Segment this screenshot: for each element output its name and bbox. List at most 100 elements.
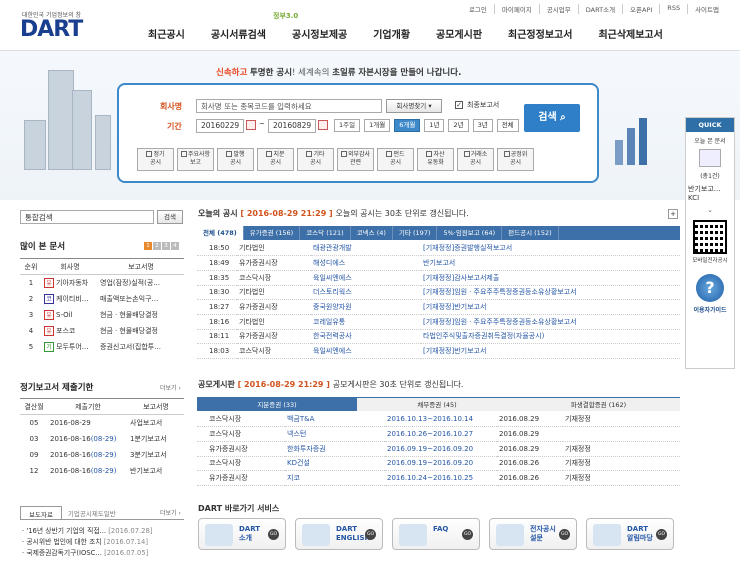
today-tab-0[interactable]: 전체 (478) [197,226,244,240]
news-more-link[interactable]: 더보기 › [160,508,181,517]
category-4[interactable]: 기타 공시 [297,148,334,171]
period-6months[interactable]: 6개월 [394,119,421,132]
nav-recent-amendments[interactable]: 최근정정보고서 [508,26,572,41]
category-7[interactable]: 자산 유동화 [417,148,454,171]
category-9[interactable]: 공정위 공시 [497,148,534,171]
table-row[interactable]: 4 유 포스코 현금ㆍ현물배당결정 [20,323,184,339]
search-button[interactable]: 검색 ⌕ [524,104,580,132]
table-row[interactable]: 3 유 S-Oil 현금ㆍ현물배당결정 [20,307,184,323]
category-3[interactable]: 지분 공시 [257,148,294,171]
news-item[interactable]: · 국제증권감독기구(IOSC... [2016.07.05] [22,547,186,558]
calendar-icon[interactable] [318,120,328,130]
help-icon[interactable]: ? [696,274,724,302]
report-name[interactable]: 3분기보고서 [128,447,184,463]
table-row[interactable]: 1 유 기아자동차 영업(잠정)실적(공... [20,275,184,291]
company-find-button[interactable]: 회사명찾기 ▾ [386,99,442,113]
report[interactable]: [기재정정]반기보고서 [421,300,680,315]
company-cell[interactable]: 유 포스코 [42,323,98,339]
today-tab-4[interactable]: 기타 (197) [393,226,438,240]
company[interactable]: 더스토리웍스 [311,285,421,300]
table-row[interactable]: 2 코 케이티비... 매출액또는손익구... [20,291,184,307]
table-row[interactable]: 18:50 기타법인 태광관광개발 [기재정정]증권발행실적보고서 [197,241,680,256]
total-search-button[interactable]: 검색 [157,210,183,224]
tab-equity[interactable]: 지분증권 (33) [197,398,357,411]
tab-derivative[interactable]: 파생결합증권 (162) [517,398,680,411]
table-row[interactable]: 18:35 코스닥시장 육일씨엔에스 [기재정정]감사보고서제출 [197,270,680,286]
company[interactable]: 육일씨엔에스 [311,344,421,359]
category-1[interactable]: 주요사항 보고 [177,148,214,171]
util-disclosure-work[interactable]: 공시업무 [538,4,578,14]
periodic-more-link[interactable]: 더보기 › [160,383,181,392]
table-row[interactable]: 18:30 기타법인 더스토리웍스 [기재정정]임원ㆍ주요주주특정증권등소유상황보고서 [197,285,680,300]
shortcut-4[interactable]: DART 알림마당 GO [586,518,674,550]
category-6[interactable]: 펀드 공시 [377,148,414,171]
util-rss[interactable]: RSS [659,4,687,14]
user-guide-label[interactable]: 이용자가이드 [686,305,734,314]
category-8[interactable]: 거래소 공시 [457,148,494,171]
shortcut-2[interactable]: FAQ GO [392,518,480,550]
tab-disclosure-system[interactable]: 기업공시제도일반 [62,506,122,519]
nav-recent-disclosures[interactable]: 최근공시 [148,26,185,41]
table-row[interactable]: 코스닥시장 백금T&A 2016.10.13~2016.10.14 2016.08.2… [197,412,680,427]
report-name[interactable]: 매출액또는손익구... [98,291,184,307]
report[interactable]: [기재정정]감사보고서제출 [421,270,680,285]
dart-logo[interactable]: DART [20,17,83,42]
category-5[interactable]: 외부감사 관련 [337,148,374,171]
report[interactable]: [기재정정]반기보고서 [421,344,680,359]
company-cell[interactable]: 코 케이티비... [42,291,98,307]
today-tab-6[interactable]: 펀드공시 (152) [502,226,559,240]
util-dart-intro[interactable]: DART소개 [577,4,622,14]
period-3years[interactable]: 3년 [472,119,493,132]
table-row[interactable]: 5 기 모두투어... 증권신고서(집합투... [20,339,184,355]
report[interactable]: [기재정정]임원ㆍ주요주주특정증권등소유상황보고서 [421,285,680,300]
company[interactable]: KD건설 [285,456,385,471]
table-row[interactable]: 18:16 기타법인 코레일유통 [기재정정]임원ㆍ주요주주특정증권등소유상황보고서 [197,314,680,330]
report-name[interactable]: 영업(잠정)실적(공... [98,275,184,291]
final-report-checkbox[interactable]: ✓ [455,101,463,109]
table-row[interactable]: 18:03 코스닥시장 육일씨엔에스 [기재정정]반기보고서 [197,344,680,359]
nav-document-search[interactable]: 공시서류검색 [211,26,266,41]
table-row[interactable]: 18:49 유가증권시장 해성디에스 반기보고서 [197,256,680,271]
page-2[interactable]: 2 [153,242,161,250]
company[interactable]: 육일씨엔에스 [311,270,421,285]
page-3[interactable]: 3 [162,242,170,250]
company[interactable]: 중국원양자원 [311,300,421,315]
company[interactable]: 한국전력공사 [311,329,421,344]
date-from-input[interactable]: 20160229 [196,119,244,133]
report-name[interactable]: 1분기보고서 [128,431,184,447]
shortcut-3[interactable]: 전자공시 설문 GO [489,518,577,550]
quick-doc-company[interactable]: KCI [686,194,734,202]
company-input[interactable]: 회사명 또는 종목코드를 입력하세요 [196,99,382,113]
table-row[interactable]: 18:27 유가증권시장 중국원양자원 [기재정정]반기보고서 [197,300,680,315]
category-2[interactable]: 발행 공시 [217,148,254,171]
company[interactable]: 넥스턴 [285,427,385,442]
page-1[interactable]: 1 [144,242,152,250]
period-2years[interactable]: 2년 [448,119,469,132]
period-1month[interactable]: 1개월 [364,119,391,132]
util-mypage[interactable]: 마이페이지 [493,4,539,14]
report[interactable]: 타법인주식및출자증권취득결정(자율공시) [421,329,680,344]
quick-doc-name[interactable]: 반기보고... [686,180,734,194]
report-name[interactable]: 증권신고서(집합투... [98,339,184,355]
calendar-icon[interactable] [246,120,256,130]
company-cell[interactable]: 기 모두투어... [42,339,98,355]
company-cell[interactable]: 유 기아자동차 [42,275,98,291]
nav-info-provision[interactable]: 공시정보제공 [292,26,347,41]
tab-press[interactable]: 보도자료 [20,506,62,519]
tab-debt[interactable]: 채무증권 (45) [357,398,517,411]
period-1week[interactable]: 1주일 [334,119,361,132]
report-name[interactable]: 현금ㆍ현물배당결정 [98,323,184,339]
table-row[interactable]: 코스닥시장 넥스턴 2016.10.26~2016.10.27 2016.08.29 [197,427,680,442]
nav-recent-deletions[interactable]: 최근삭제보고서 [598,26,662,41]
today-tab-3[interactable]: 코넥스 (4) [351,226,393,240]
report[interactable]: [기재정정]증권발행실적보고서 [421,241,680,256]
company[interactable]: 해성디에스 [311,256,421,271]
company-cell[interactable]: 유 S-Oil [42,307,98,323]
chevron-down-icon[interactable]: ⌄ [686,206,734,214]
qr-code-icon[interactable] [693,220,727,254]
table-row[interactable]: 18:11 유가증권시장 한국전력공사 타법인주식및출자증권취득결정(자율공시) [197,329,680,344]
date-to-input[interactable]: 20160829 [268,119,316,133]
util-login[interactable]: 로그인 [462,4,494,14]
page-4[interactable]: 4 [171,242,179,250]
company[interactable]: 한화투자증권 [285,441,385,456]
